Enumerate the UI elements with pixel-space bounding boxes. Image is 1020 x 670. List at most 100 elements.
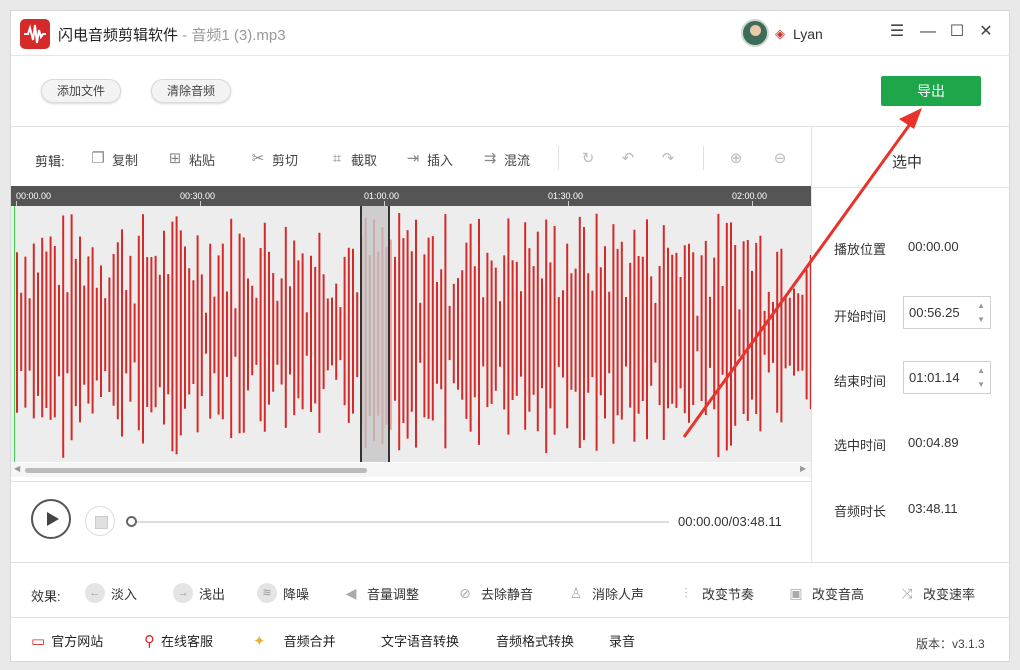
tts-label: 文字语音转换 bbox=[381, 634, 460, 649]
remove-silence-button[interactable]: ⊘ 去除静音 bbox=[455, 583, 533, 603]
insert-label: 插入 bbox=[427, 152, 454, 168]
scrollbar-thumb[interactable] bbox=[25, 468, 367, 473]
add-file-button[interactable]: 添加文件 bbox=[41, 79, 122, 103]
tts-link[interactable]: 文字语音转换 bbox=[381, 631, 459, 650]
panel-divider bbox=[811, 126, 812, 562]
redo-icon: ↷ bbox=[661, 150, 675, 167]
app-logo-icon bbox=[20, 19, 50, 49]
denoise-icon: ≋ bbox=[257, 583, 277, 603]
play-button[interactable] bbox=[31, 499, 71, 539]
website-label: 官方网站 bbox=[51, 634, 104, 649]
scissors-icon: ✂ bbox=[251, 150, 265, 167]
selected-time-value: 00:04.89 bbox=[908, 435, 959, 450]
vocal-remove-label: 消除人声 bbox=[592, 586, 645, 602]
duration-value: 03:48.11 bbox=[908, 501, 958, 516]
window-title: 闪电音频剪辑软件 - 音频1 (3).mp3 bbox=[58, 24, 286, 45]
cut-button[interactable]: ✂ 剪切 bbox=[249, 147, 298, 171]
version-label: 版本：v3.1.3 bbox=[916, 637, 985, 651]
waveform bbox=[16, 213, 811, 458]
footer-divider bbox=[11, 617, 1011, 618]
selection-range[interactable] bbox=[360, 206, 390, 462]
undo-button[interactable]: ↶ bbox=[619, 147, 637, 171]
end-time-value: 01:01.14 bbox=[909, 370, 960, 385]
end-time-label: 结束时间 bbox=[834, 374, 887, 389]
export-button[interactable]: 导出 bbox=[881, 76, 981, 106]
start-time-field[interactable]: 00:56.25 ▲ ▼ bbox=[903, 296, 991, 329]
increment-icon[interactable]: ▲ bbox=[977, 366, 985, 375]
merge-link[interactable]: ✦ 音频合并 bbox=[253, 631, 336, 650]
toolbar-separator bbox=[703, 146, 704, 170]
stop-button[interactable] bbox=[85, 506, 115, 536]
menu-button[interactable]: ☰ bbox=[887, 22, 907, 42]
panel-title-divider bbox=[811, 187, 1011, 188]
playhead[interactable] bbox=[14, 206, 15, 462]
vocal-remove-button[interactable]: ♙ 消除人声 bbox=[566, 583, 644, 603]
speed-button[interactable]: ⤨ 改变速率 bbox=[897, 583, 975, 603]
scroll-left-icon[interactable]: ◀ bbox=[14, 464, 20, 473]
denoise-label: 降噪 bbox=[283, 586, 310, 602]
zoom-out-button[interactable]: ⊖ bbox=[771, 147, 789, 171]
paste-label: 粘贴 bbox=[189, 152, 216, 168]
zoom-in-icon: ⊕ bbox=[729, 150, 743, 167]
volume-label: 音量调整 bbox=[367, 586, 420, 602]
effects-label: 效果: bbox=[31, 589, 61, 604]
crop-icon: ⌗ bbox=[332, 150, 342, 167]
horizontal-scrollbar[interactable]: ◀ ▶ bbox=[11, 463, 811, 477]
record-link[interactable]: 录音 bbox=[609, 631, 635, 650]
flashlight-icon: ✦ bbox=[253, 632, 266, 650]
reset-icon: ↻ bbox=[581, 150, 595, 167]
paste-icon: ⊞ bbox=[168, 150, 182, 167]
waveform-area[interactable] bbox=[11, 206, 811, 462]
merge-label: 音频合并 bbox=[283, 634, 336, 649]
mute-remove-icon: ⊘ bbox=[459, 585, 471, 601]
user-name[interactable]: Lyan bbox=[793, 26, 823, 42]
maximize-button[interactable]: ☐ bbox=[947, 22, 967, 42]
volume-icon: ◀ bbox=[345, 585, 357, 601]
minimize-button[interactable]: — bbox=[918, 22, 938, 42]
fade-in-label: 淡入 bbox=[111, 586, 138, 602]
playback-progress[interactable] bbox=[131, 521, 669, 523]
fade-in-button[interactable]: ← 淡入 bbox=[85, 583, 137, 603]
copy-button[interactable]: ❐ 复制 bbox=[89, 147, 138, 171]
toolbar-divider bbox=[11, 126, 1011, 127]
mix-label: 混流 bbox=[504, 152, 531, 168]
vocal-remove-icon: ♙ bbox=[569, 585, 583, 601]
decrement-icon[interactable]: ▼ bbox=[977, 380, 985, 389]
title-bar: 闪电音频剪辑软件 - 音频1 (3).mp3 ◈ Lyan ☰ — ☐ ✕ bbox=[11, 11, 1011, 56]
redo-button[interactable]: ↷ bbox=[659, 147, 677, 171]
person-icon: ⚲ bbox=[144, 632, 155, 650]
edit-label: 剪辑: bbox=[35, 154, 65, 169]
duration-label: 音频时长 bbox=[834, 504, 887, 519]
close-button[interactable]: ✕ bbox=[976, 22, 996, 42]
reset-button[interactable]: ↻ bbox=[579, 147, 597, 171]
zoom-in-button[interactable]: ⊕ bbox=[727, 147, 745, 171]
denoise-button[interactable]: ≋ 降噪 bbox=[257, 583, 309, 603]
volume-button[interactable]: ◀ 音量调整 bbox=[341, 583, 419, 603]
copy-label: 复制 bbox=[112, 152, 139, 168]
scroll-right-icon[interactable]: ▶ bbox=[800, 464, 806, 473]
website-link[interactable]: ▭ 官方网站 bbox=[31, 631, 103, 650]
fade-out-button[interactable]: → 浅出 bbox=[173, 583, 225, 603]
decrement-icon[interactable]: ▼ bbox=[977, 315, 985, 324]
timeline-ruler[interactable]: 00:00.00 00:30.00 01:00.00 01:30.00 02:0… bbox=[11, 186, 811, 206]
end-time-field[interactable]: 01:01.14 ▲ ▼ bbox=[903, 361, 991, 394]
support-link[interactable]: ⚲ 在线客服 bbox=[144, 631, 213, 650]
progress-knob[interactable] bbox=[126, 516, 137, 527]
mix-button[interactable]: ⇉ 混流 bbox=[481, 147, 530, 171]
crop-label: 截取 bbox=[351, 152, 378, 168]
pitch-button[interactable]: ▣ 改变音高 bbox=[786, 583, 864, 603]
clear-audio-button[interactable]: 清除音频 bbox=[151, 79, 232, 103]
avatar[interactable] bbox=[741, 19, 769, 47]
paste-button[interactable]: ⊞ 粘贴 bbox=[166, 147, 215, 171]
remove-silence-label: 去除静音 bbox=[481, 586, 534, 602]
tick-label: 00:30.00 bbox=[180, 191, 216, 201]
fade-out-icon: → bbox=[173, 583, 193, 603]
insert-button[interactable]: ⇥ 插入 bbox=[404, 147, 453, 171]
crop-button[interactable]: ⌗ 截取 bbox=[328, 147, 377, 171]
speed-label: 改变速率 bbox=[923, 586, 976, 602]
increment-icon[interactable]: ▲ bbox=[977, 301, 985, 310]
tempo-button[interactable]: ⫶ 改变节奏 bbox=[676, 583, 754, 603]
zoom-out-icon: ⊖ bbox=[773, 150, 787, 167]
copy-icon: ❐ bbox=[91, 150, 105, 167]
format-convert-link[interactable]: 音频格式转换 bbox=[496, 631, 574, 650]
